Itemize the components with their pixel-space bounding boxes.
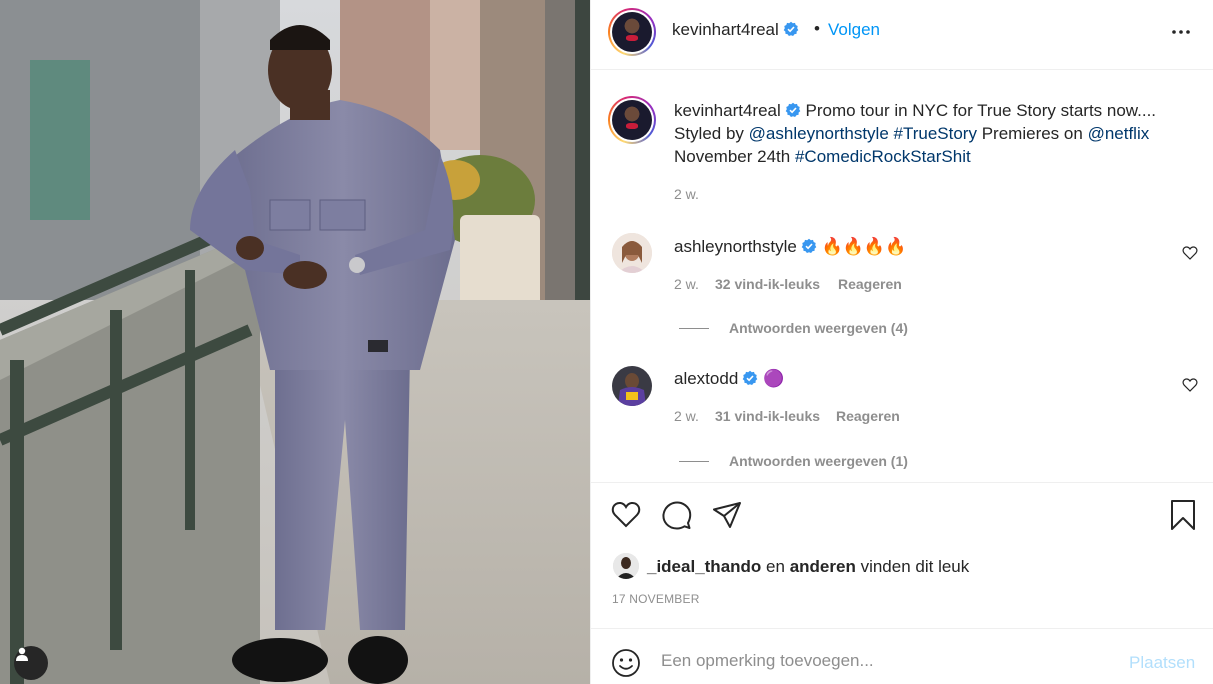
post-comment-button[interactable]: Plaatsen	[1129, 653, 1195, 673]
comment-username[interactable]: alextodd 🟣	[674, 369, 784, 389]
author-username[interactable]: kevinhart4real	[672, 20, 799, 40]
comment-avatar[interactable]	[612, 233, 652, 273]
mention-ashleynorthstyle[interactable]: @ashleynorthstyle	[749, 124, 889, 143]
comment-text: 🔥🔥🔥🔥	[821, 237, 907, 256]
comment-likes[interactable]: 31 vind-ik-leuks	[715, 408, 820, 424]
view-replies-button[interactable]: Antwoorden weergeven (1)	[729, 453, 908, 469]
comment-text: 🟣	[763, 369, 785, 388]
follow-button[interactable]: Volgen	[828, 20, 880, 40]
liker-avatar[interactable]	[613, 553, 639, 579]
post-side-panel: kevinhart4real • Volgen kevinhart4real P…	[590, 0, 1213, 684]
comment-input[interactable]	[661, 643, 1111, 679]
verified-icon	[742, 370, 758, 385]
more-options-icon[interactable]	[1169, 22, 1193, 42]
user-tag-icon	[16, 647, 28, 661]
emoji-icon[interactable]	[611, 648, 641, 678]
comment-time[interactable]: 2 w.	[674, 276, 699, 292]
likes-others-link[interactable]: anderen	[790, 557, 856, 576]
caption-avatar[interactable]	[608, 96, 656, 144]
verified-icon	[801, 238, 817, 253]
caption-text-3: November 24th	[674, 147, 791, 166]
reply-button[interactable]: Reageren	[838, 276, 902, 292]
user-tag-button[interactable]	[14, 646, 48, 680]
caption-time[interactable]: 2 w.	[674, 186, 699, 202]
likes-text: _ideal_thando en anderen vinden dit leuk	[647, 557, 970, 576]
post-image	[0, 0, 590, 684]
comment-time[interactable]: 2 w.	[674, 408, 699, 424]
comment-like-heart-icon[interactable]	[1182, 245, 1198, 261]
caption: kevinhart4real Promo tour in NYC for Tru…	[674, 99, 1194, 168]
comment-likes[interactable]: 32 vind-ik-leuks	[715, 276, 820, 292]
replies-divider	[679, 328, 709, 329]
mention-netflix[interactable]: @netflix	[1088, 124, 1150, 143]
liker-username[interactable]: _ideal_thando	[647, 557, 761, 576]
caption-text-2: Premieres on	[981, 124, 1083, 143]
comment-icon[interactable]	[661, 499, 693, 531]
post-date[interactable]: 17 NOVEMBER	[612, 592, 700, 606]
verified-icon	[785, 102, 801, 117]
replies-divider	[679, 461, 709, 462]
post-header: kevinhart4real • Volgen	[591, 0, 1213, 70]
author-avatar[interactable]	[608, 8, 656, 56]
hashtag-comedicrockstarshit[interactable]: #ComedicRockStarShit	[795, 147, 971, 166]
comment-avatar[interactable]	[612, 366, 652, 406]
hashtag-truestory[interactable]: #TrueStory	[894, 124, 977, 143]
comments-list[interactable]: kevinhart4real Promo tour in NYC for Tru…	[591, 71, 1213, 482]
add-comment-form: Plaatsen	[591, 628, 1213, 684]
actions-divider	[591, 482, 1213, 483]
comment-username[interactable]: ashleynorthstyle 🔥🔥🔥🔥	[674, 237, 906, 257]
header-separator: •	[814, 19, 820, 38]
heart-icon[interactable]	[610, 499, 642, 531]
post-photo[interactable]	[0, 0, 590, 684]
caption-username[interactable]: kevinhart4real	[674, 101, 781, 120]
view-replies-button[interactable]: Antwoorden weergeven (4)	[729, 320, 908, 336]
share-icon[interactable]	[711, 499, 743, 531]
comment-like-heart-icon[interactable]	[1182, 377, 1198, 393]
bookmark-icon[interactable]	[1167, 499, 1199, 531]
verified-icon	[783, 21, 799, 36]
reply-button[interactable]: Reageren	[836, 408, 900, 424]
